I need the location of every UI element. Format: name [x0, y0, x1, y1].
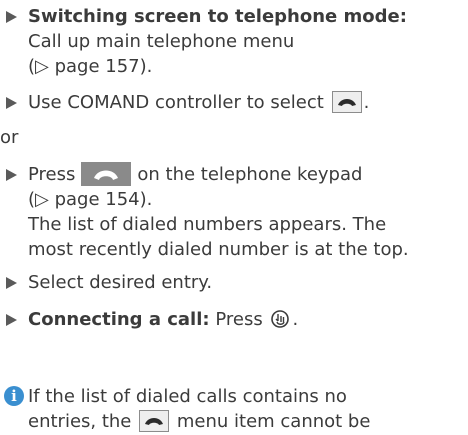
or-separator: or	[0, 127, 19, 148]
info-icon: i	[4, 386, 24, 406]
triangle-bullet-icon	[6, 270, 20, 295]
telephone-handset-icon	[139, 410, 170, 432]
telephone-handset-icon	[331, 91, 362, 113]
triangle-bullet-icon	[6, 162, 20, 187]
step-text: Select desired entry.	[28, 272, 213, 293]
step-switch-telephone-mode: Switching screen to telephone mode: Call…	[0, 4, 466, 79]
dial-key-icon	[81, 162, 132, 186]
step-text: Press	[215, 309, 263, 330]
triangle-bullet-icon	[6, 4, 20, 29]
step-text-cont: on the telephone keypad	[137, 164, 363, 185]
step-line: most recently dialed number is at the to…	[28, 239, 409, 260]
triangle-bullet-icon	[6, 307, 20, 332]
step-heading: Switching screen to telephone mode:	[28, 6, 407, 27]
step-heading: Connecting a call:	[28, 309, 210, 330]
step-line: Call up main telephone menu	[28, 31, 295, 52]
page-reference: (▷ page 154).	[28, 189, 153, 210]
info-note: i If the list of dialed calls contains n…	[0, 384, 466, 434]
comand-controller-press-icon	[270, 309, 290, 336]
step-select-telephone-symbol: Use COMAND controller to select .	[0, 90, 466, 115]
step-text-end: .	[363, 92, 370, 113]
triangle-bullet-icon	[6, 90, 20, 115]
info-line: menu item cannot be	[176, 411, 371, 432]
step-text: Use COMAND controller to select	[28, 92, 324, 113]
manual-page: Switching screen to telephone mode: Call…	[0, 0, 468, 435]
info-line: If the list of dialed calls contains no	[28, 386, 347, 407]
page-reference: (▷ page 157).	[28, 56, 153, 77]
step-line: The list of dialed numbers appears. The	[28, 214, 387, 235]
step-select-entry: Select desired entry.	[0, 270, 466, 295]
step-text: Press	[28, 164, 76, 185]
step-press-dial-key: Press on the telephone keypad (▷ page 15…	[0, 162, 466, 262]
step-text-end: .	[292, 309, 299, 330]
step-connect-call: Connecting a call: Press .	[0, 307, 466, 336]
info-line: entries, the	[28, 411, 132, 432]
